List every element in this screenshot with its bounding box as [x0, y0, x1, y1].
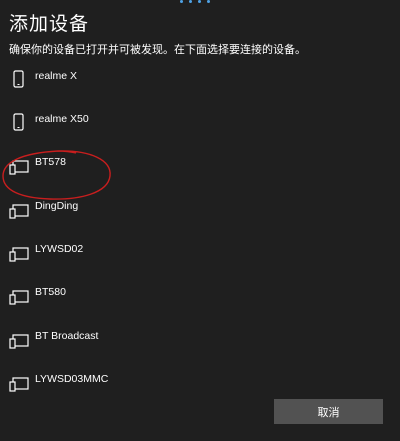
- searching-progress-indicator: [180, 0, 220, 3]
- device-name: BT580: [35, 286, 66, 298]
- phone-icon: [13, 113, 24, 131]
- phone-icon: [13, 70, 24, 88]
- display-device-icon: [9, 247, 29, 262]
- device-list: realme X realme X50 BT578 DingDing LYWSD…: [0, 62, 400, 441]
- device-name: LYWSD03MMC: [35, 373, 109, 385]
- device-name: realme X50: [35, 113, 89, 125]
- dialog-title: 添加设备: [9, 13, 90, 35]
- cancel-button[interactable]: 取消: [274, 399, 383, 424]
- device-name: realme X: [35, 70, 78, 82]
- device-name: BT Broadcast: [35, 330, 99, 342]
- device-item-bt580[interactable]: BT580: [0, 278, 400, 321]
- device-name: LYWSD02: [35, 243, 84, 255]
- display-device-icon: [9, 290, 29, 305]
- device-item-lywsd02[interactable]: LYWSD02: [0, 235, 400, 278]
- device-item-realme-x[interactable]: realme X: [0, 62, 400, 105]
- annotation-circle: [2, 150, 111, 200]
- device-item-realme-x50[interactable]: realme X50: [0, 105, 400, 148]
- display-device-icon: [9, 377, 29, 392]
- display-device-icon: [9, 334, 29, 349]
- dialog-subtitle: 确保你的设备已打开并可被发现。在下面选择要连接的设备。: [9, 43, 306, 56]
- device-item-bt-broadcast[interactable]: BT Broadcast: [0, 322, 400, 365]
